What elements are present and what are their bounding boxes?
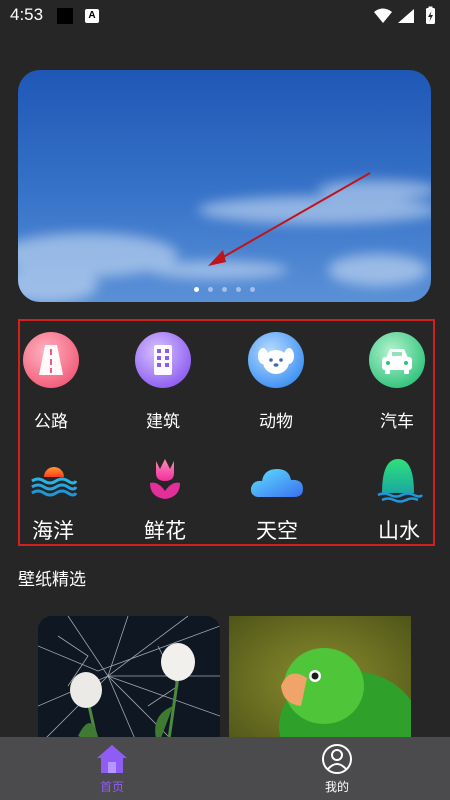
section-title: 壁纸精选	[18, 570, 86, 590]
dog-face-icon	[248, 332, 304, 388]
carousel-dot[interactable]	[236, 287, 241, 292]
nav-me[interactable]: 我的	[277, 737, 397, 800]
signal-icon	[398, 9, 414, 23]
category-car[interactable]: 汽车	[366, 331, 428, 432]
category-label: 鲜花	[144, 519, 186, 543]
wallpaper-card[interactable]	[229, 616, 411, 746]
car-icon	[369, 332, 425, 388]
notification-a-icon: A	[85, 9, 99, 23]
carousel-dot[interactable]	[194, 287, 199, 292]
carousel-dot[interactable]	[222, 287, 227, 292]
nav-label: 首页	[99, 780, 124, 794]
category-label: 动物	[259, 412, 293, 432]
carousel-indicator[interactable]	[18, 287, 431, 292]
category-sky[interactable]: 天空	[246, 455, 308, 545]
category-road[interactable]: 公路	[20, 331, 82, 432]
carousel-dot[interactable]	[250, 287, 255, 292]
cloud-icon	[250, 469, 303, 497]
category-grid: 公路 建筑 动物 汽车 海洋 鲜花 天空 山水	[18, 319, 435, 546]
mountain-water-icon	[377, 459, 424, 503]
category-label: 建筑	[146, 412, 180, 432]
battery-icon	[426, 6, 435, 24]
category-building[interactable]: 建筑	[132, 331, 194, 432]
category-label: 海洋	[32, 519, 74, 543]
category-flower[interactable]: 鲜花	[134, 455, 196, 545]
category-ocean[interactable]: 海洋	[22, 455, 84, 545]
status-time: 4:53	[10, 5, 44, 24]
building-icon	[135, 332, 191, 388]
category-animal[interactable]: 动物	[245, 331, 307, 432]
carousel-dot[interactable]	[208, 287, 213, 292]
home-icon	[97, 745, 127, 773]
status-bar: 4:53 A	[0, 0, 450, 32]
tulip-icon	[150, 459, 180, 499]
category-label: 天空	[256, 519, 298, 543]
category-label: 汽车	[380, 412, 414, 432]
user-icon	[322, 744, 352, 774]
category-label: 山水	[378, 519, 420, 543]
road-icon	[23, 332, 79, 388]
wallpaper-card[interactable]	[38, 616, 220, 746]
banner-carousel[interactable]	[18, 70, 431, 302]
sky-banner-image	[18, 70, 431, 302]
nav-home[interactable]: 首页	[52, 737, 172, 800]
ocean-sunset-icon	[31, 467, 78, 497]
wallpaper-tulips-cracked-glass-image	[38, 616, 220, 746]
wallpaper-parrot-image	[229, 616, 411, 746]
status-icons	[372, 6, 442, 30]
notification-square-icon	[57, 8, 73, 24]
nav-label: 我的	[324, 780, 349, 794]
category-label: 公路	[34, 412, 68, 432]
category-landscape[interactable]: 山水	[368, 455, 430, 545]
bottom-nav: 首页 我的	[0, 737, 450, 800]
wifi-icon	[374, 8, 392, 23]
